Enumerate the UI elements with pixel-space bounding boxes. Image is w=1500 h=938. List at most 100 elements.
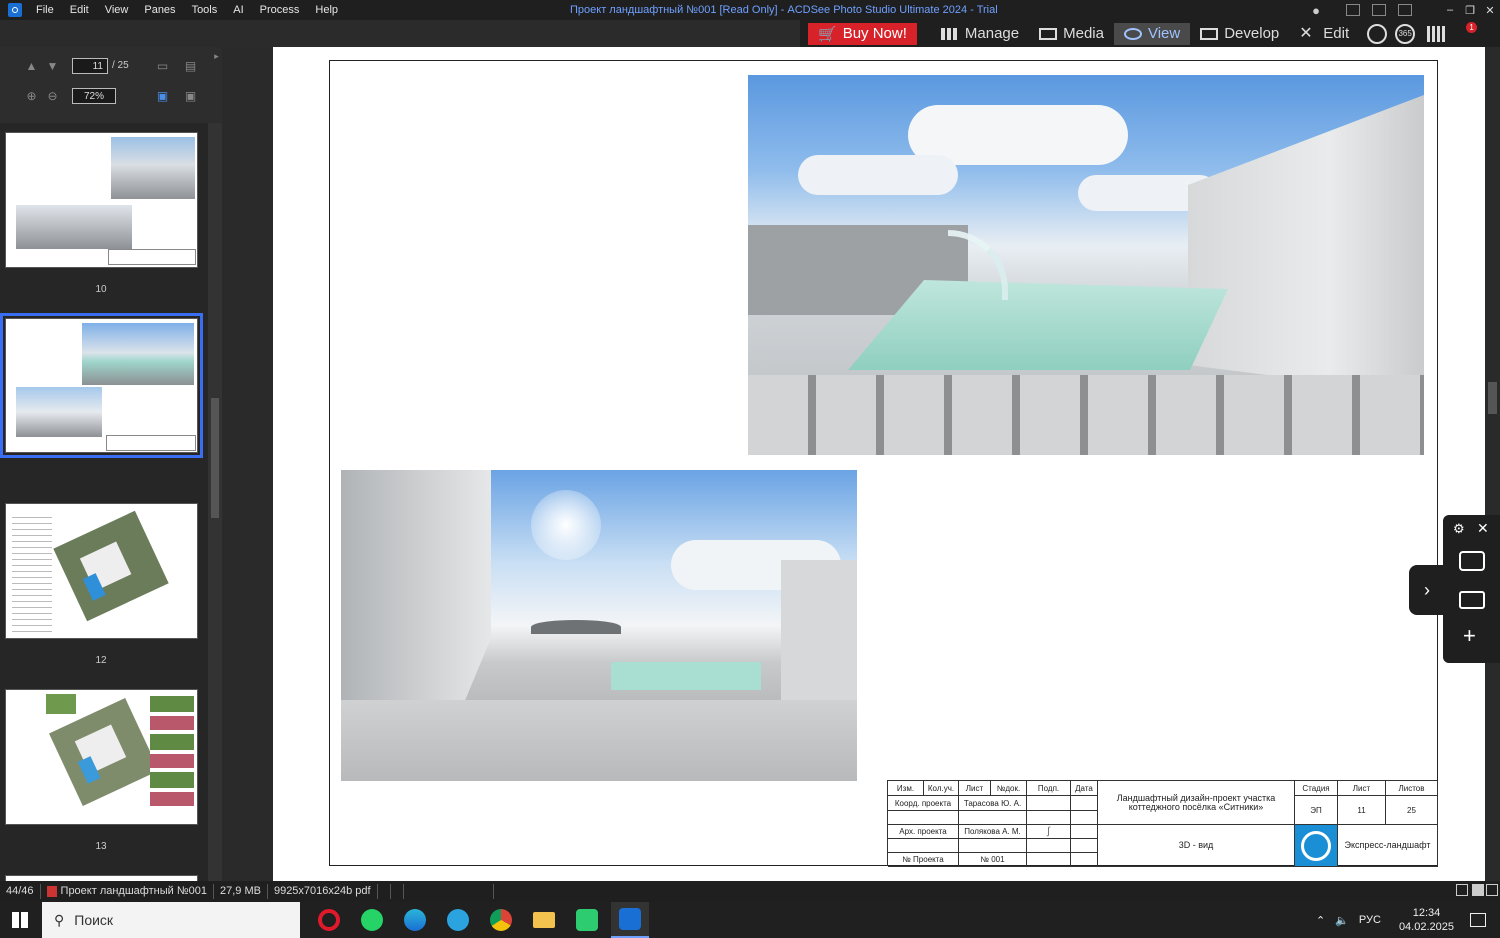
search-placeholder: Поиск [74,912,114,928]
title-bar: File Edit View Panes Tools AI Process He… [0,0,1500,20]
tray-chevron-icon[interactable]: ⌃ [1316,914,1325,927]
page-thumbnail-12[interactable] [5,503,198,639]
layout-right-icon[interactable] [1398,4,1412,16]
acdsee-app-icon[interactable] [8,3,22,17]
menu-help[interactable]: Help [307,4,346,16]
windows-start-icon[interactable] [12,912,28,928]
video-icon[interactable] [1459,591,1485,609]
scrollbar-thumb[interactable] [211,398,219,518]
mode-edit[interactable]: ✕ Edit [1289,23,1359,45]
stage-label: Стадия [1295,781,1338,796]
close-button[interactable]: ✕ [1480,4,1500,17]
thumbnail-number: 10 [95,284,107,295]
mode-view[interactable]: View [1113,22,1191,45]
mode-develop[interactable]: Develop [1190,23,1289,45]
badge-365[interactable]: 365 [1395,23,1416,44]
clock[interactable]: 12:34 04.02.2025 [1399,906,1454,934]
restore-button[interactable]: ❐ [1460,4,1480,17]
zoom-out-icon[interactable]: ⊖ [46,90,59,103]
open-folder-icon[interactable]: ▭ [156,60,169,73]
sheet-name: 3D - вид [1098,825,1295,867]
next-page-icon[interactable]: ▼ [46,60,59,73]
whatsapp-icon[interactable] [353,902,391,938]
thumb-render [82,323,194,385]
expand-panel-button[interactable]: › [1409,565,1445,615]
menu-bar: File Edit View Panes Tools AI Process He… [28,4,346,16]
thumbnail-scrollbar[interactable] [208,123,222,881]
stamp-empty [959,811,1027,825]
volume-icon[interactable]: 🔈 [1335,914,1349,927]
screenshot-app-icon[interactable] [568,902,606,938]
umbrella [531,620,621,634]
mode-media[interactable]: Media [1029,23,1114,45]
fit-width-icon[interactable]: ▣ [184,90,197,103]
pdf-file-icon [46,886,57,897]
search-icon: ⚲ [54,911,65,928]
taskbar-search[interactable]: ⚲ Поиск [42,902,300,938]
telegram-icon[interactable] [439,902,477,938]
thumb-render [111,137,195,199]
file-explorer-icon[interactable] [525,902,563,938]
clock-date: 04.02.2025 [1398,921,1454,933]
stamp-empty [959,839,1027,853]
stamp-date [1071,825,1098,839]
edge-icon[interactable] [396,902,434,938]
camera-icon[interactable] [1459,551,1485,571]
page-number-input[interactable] [72,58,108,74]
thumb-plant-photos [46,694,76,714]
file-size: 27,9 MB [214,884,268,899]
stamp-empty [888,839,959,853]
menu-tools[interactable]: Tools [184,4,226,16]
add-icon[interactable]: + [1463,623,1476,649]
windows-taskbar: ⚲ Поиск ⌃ 🔈 РУС 12:34 04.02.2025 [0,902,1500,938]
layout-bottom-icon[interactable] [1372,4,1386,16]
zoom-tool-icon[interactable] [1472,884,1484,896]
settings-icon[interactable]: ⚙ [1453,521,1465,537]
opera-icon[interactable] [310,902,348,938]
menu-process[interactable]: Process [252,4,308,16]
chrome-icon[interactable] [482,902,520,938]
stamp-date [1071,796,1098,811]
acdsee-taskbar-icon[interactable] [611,902,649,938]
page-thumbnail-10[interactable] [5,132,198,268]
zoom-in-icon[interactable]: ⊕ [25,90,38,103]
globe-icon[interactable] [1367,23,1388,44]
stamp-empty [1071,853,1098,867]
language-indicator[interactable]: РУС [1359,914,1381,926]
menu-edit[interactable]: Edit [62,4,97,16]
buy-now-button[interactable]: 🛒 Buy Now! [808,22,917,45]
notification-center-icon[interactable] [1470,913,1486,927]
mode-manage[interactable]: Manage [931,23,1029,45]
menu-file[interactable]: File [28,4,62,16]
zoom-fit-icon[interactable] [1456,884,1468,896]
menu-panes[interactable]: Panes [136,4,183,16]
page-thumbnail-13[interactable] [5,689,198,825]
stamp-role: № Проекта [888,853,959,867]
page-thumbnail-11[interactable] [0,313,203,458]
menu-view[interactable]: View [97,4,137,16]
stamp-empty [1071,811,1098,825]
fit-page-icon[interactable]: ▣ [156,90,169,103]
sun [531,490,601,560]
fullscreen-icon[interactable] [1486,884,1498,896]
thumb-plant-photos [150,696,194,806]
sheets-value: 25 [1386,796,1438,825]
stats-icon[interactable] [1427,25,1446,42]
title-block: Изм. Кол.уч. Лист №док. Подп. Дата Коорд… [887,780,1438,867]
stamp-empty [888,811,959,825]
system-tray: ⌃ 🔈 РУС 12:34 04.02.2025 [1316,902,1500,938]
close-icon[interactable]: ✕ [1477,520,1489,537]
viewer-scrollbar[interactable] [1485,47,1500,881]
thumb-legend [12,512,52,632]
print-icon[interactable]: ▤ [184,60,197,73]
mode-edit-label: Edit [1323,25,1350,42]
minimize-button[interactable]: – [1440,4,1460,16]
prev-page-icon[interactable]: ▲ [25,60,38,73]
notifications-icon[interactable]: 1 [1455,21,1478,43]
layout-left-icon[interactable] [1346,4,1360,16]
account-icon[interactable]: ● [1312,3,1320,18]
menu-ai[interactable]: AI [225,4,251,16]
buy-now-label: Buy Now! [842,25,907,42]
viewer-scrollbar-thumb[interactable] [1488,382,1497,414]
zoom-input[interactable] [72,88,116,104]
